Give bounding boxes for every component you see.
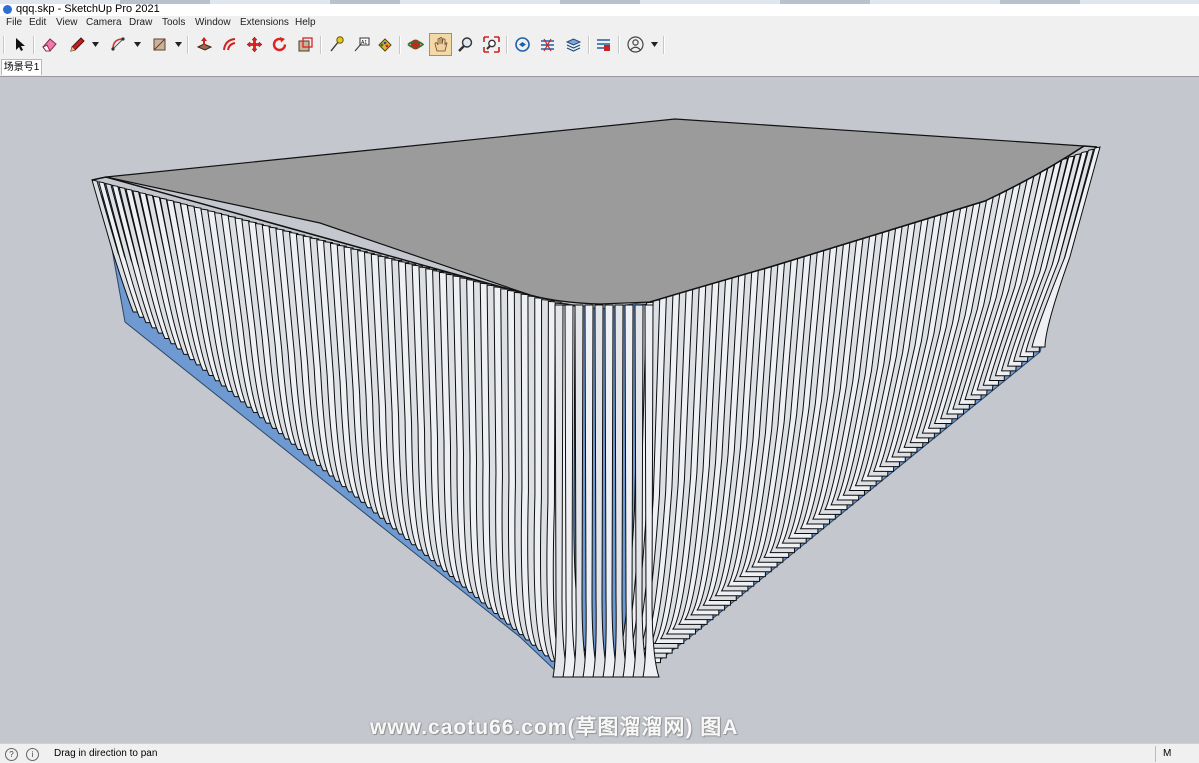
toolbar-separator bbox=[33, 36, 35, 54]
large-tool-set-toolbar: A1 bbox=[0, 30, 1199, 59]
rectangle-icon bbox=[153, 38, 166, 51]
status-hint-text: Drag in direction to pan bbox=[54, 748, 158, 759]
move-icon bbox=[246, 36, 263, 53]
svg-text:A1: A1 bbox=[361, 40, 367, 46]
scene-tab-strip: 场景号1 bbox=[0, 59, 1199, 76]
arc-tool-dropdown[interactable] bbox=[133, 33, 142, 56]
select-tool-button[interactable] bbox=[8, 33, 31, 56]
menu-draw[interactable]: Draw bbox=[129, 17, 152, 29]
window-title: qqq.skp - SketchUp Pro 2021 bbox=[16, 3, 160, 15]
paint-bucket-icon bbox=[378, 38, 392, 52]
user-account-dropdown[interactable] bbox=[650, 33, 659, 56]
menu-file[interactable]: File bbox=[6, 17, 22, 29]
title-bar: qqq.skp - SketchUp Pro 2021 bbox=[0, 3, 1199, 16]
menu-edit[interactable]: Edit bbox=[29, 17, 46, 29]
pencil-icon bbox=[70, 37, 85, 52]
push-pull-tool-button[interactable] bbox=[193, 33, 216, 56]
extension-warehouse-icon bbox=[541, 38, 554, 52]
zoom-extents-tool-button[interactable] bbox=[480, 33, 503, 56]
user-account-icon bbox=[627, 36, 644, 53]
pan-tool-button[interactable] bbox=[429, 33, 452, 56]
zoom-tool-button[interactable] bbox=[454, 33, 477, 56]
zoom-icon bbox=[458, 37, 473, 52]
building-model[interactable] bbox=[0, 77, 1199, 743]
3d-warehouse-icon bbox=[515, 37, 530, 52]
send-to-layout-icon bbox=[565, 38, 582, 52]
line-tool-button[interactable] bbox=[65, 33, 88, 56]
status-divider bbox=[1155, 746, 1156, 762]
rotate-tool-button[interactable] bbox=[268, 33, 291, 56]
move-tool-button[interactable] bbox=[243, 33, 266, 56]
orbit-tool-button[interactable] bbox=[404, 33, 427, 56]
offset-tool-button[interactable] bbox=[218, 33, 241, 56]
orbit-icon bbox=[407, 39, 424, 50]
toolbar-separator bbox=[663, 36, 665, 54]
offset-icon bbox=[223, 38, 236, 51]
rectangle-tool-button[interactable] bbox=[148, 33, 171, 56]
eraser-icon bbox=[42, 38, 57, 52]
rectangle-tool-dropdown[interactable] bbox=[174, 33, 183, 56]
chevron-down-icon bbox=[651, 42, 658, 47]
menu-camera[interactable]: Camera bbox=[86, 17, 122, 29]
eraser-tool-button[interactable] bbox=[38, 33, 61, 56]
model-viewport[interactable]: www.caotu66.com(草图溜溜网) 图A bbox=[0, 76, 1199, 743]
geo-location-icon[interactable]: ? bbox=[5, 748, 18, 761]
menu-window[interactable]: Window bbox=[195, 17, 231, 29]
zoom-extents-icon bbox=[483, 36, 500, 53]
line-tool-dropdown[interactable] bbox=[91, 33, 100, 56]
tape-measure-icon bbox=[330, 36, 344, 52]
arc-icon bbox=[111, 37, 125, 51]
sketchup-logo-icon bbox=[3, 5, 12, 14]
select-arrow-icon bbox=[16, 38, 25, 51]
toolbar-separator bbox=[618, 36, 620, 54]
toolbar-grip[interactable] bbox=[3, 36, 5, 54]
rotate-icon bbox=[272, 37, 287, 52]
menu-extensions[interactable]: Extensions bbox=[240, 17, 289, 29]
toolbar-separator bbox=[588, 36, 590, 54]
text-icon: A1 bbox=[354, 37, 370, 52]
arc-tool-button[interactable] bbox=[107, 33, 130, 56]
tape-measure-tool-button[interactable] bbox=[325, 33, 348, 56]
info-icon[interactable]: i bbox=[26, 748, 39, 761]
push-pull-icon bbox=[196, 37, 213, 51]
watermark-text: www.caotu66.com(草图溜溜网) 图A bbox=[370, 716, 739, 739]
extension-warehouse-button[interactable] bbox=[536, 33, 559, 56]
user-account-button[interactable] bbox=[624, 33, 647, 56]
toolbar-separator bbox=[320, 36, 322, 54]
paint-bucket-tool-button[interactable] bbox=[373, 33, 396, 56]
send-to-layout-button[interactable] bbox=[562, 33, 585, 56]
pan-hand-icon bbox=[434, 37, 448, 52]
scale-tool-button[interactable] bbox=[294, 33, 317, 56]
chevron-down-icon bbox=[175, 42, 182, 47]
menu-bar: File Edit View Camera Draw Tools Window … bbox=[0, 16, 1199, 30]
status-bar: ? i Drag in direction to pan M bbox=[0, 743, 1199, 763]
menu-tools[interactable]: Tools bbox=[162, 17, 185, 29]
menu-view[interactable]: View bbox=[56, 17, 78, 29]
menu-help[interactable]: Help bbox=[295, 17, 316, 29]
chevron-down-icon bbox=[134, 42, 141, 47]
text-tool-button[interactable]: A1 bbox=[350, 33, 373, 56]
measurements-label: M bbox=[1163, 748, 1172, 759]
extension-manager-button[interactable] bbox=[592, 33, 615, 56]
chevron-down-icon bbox=[92, 42, 99, 47]
toolbar-separator bbox=[187, 36, 189, 54]
scale-icon bbox=[298, 37, 313, 52]
toolbar-separator bbox=[506, 36, 508, 54]
3d-warehouse-button[interactable] bbox=[511, 33, 534, 56]
toolbar-separator bbox=[399, 36, 401, 54]
scene-tab[interactable]: 场景号1 bbox=[1, 59, 42, 75]
extension-manager-icon bbox=[597, 39, 610, 51]
